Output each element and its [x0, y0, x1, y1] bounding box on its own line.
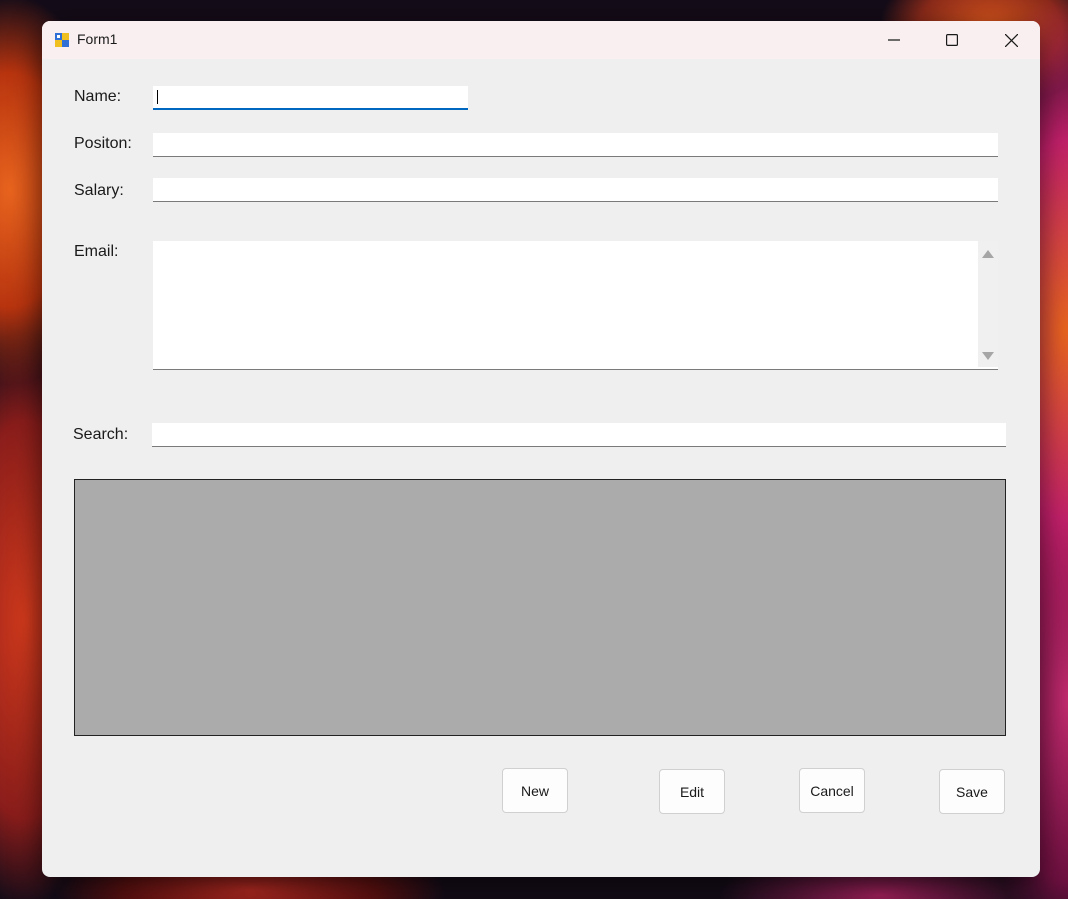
name-label: Name: [74, 88, 122, 105]
window-title: Form1 [77, 31, 118, 47]
position-label: Positon: [74, 135, 132, 152]
new-button[interactable]: New [502, 768, 568, 813]
maximize-button[interactable] [923, 21, 981, 59]
data-grid[interactable] [74, 479, 1006, 736]
minimize-button[interactable] [865, 21, 923, 59]
salary-input[interactable] [153, 178, 998, 202]
minimize-icon [888, 39, 900, 41]
search-input[interactable] [152, 423, 1006, 447]
scroll-down-arrow-icon[interactable] [982, 352, 994, 360]
text-caret [157, 90, 158, 104]
app-icon [55, 33, 69, 47]
cancel-button[interactable]: Cancel [799, 768, 865, 813]
email-scrollbar[interactable] [978, 241, 998, 367]
close-icon [1004, 33, 1018, 47]
salary-label: Salary: [74, 182, 124, 199]
name-input[interactable] [153, 86, 468, 110]
form-window: Form1 Name: Positon: Salary: Email: Sear… [42, 21, 1040, 877]
edit-button[interactable]: Edit [659, 769, 725, 814]
email-textarea[interactable] [153, 241, 998, 370]
title-bar[interactable]: Form1 [42, 21, 1040, 59]
search-label: Search: [73, 426, 129, 443]
scroll-up-arrow-icon[interactable] [982, 250, 994, 258]
email-label: Email: [74, 243, 119, 260]
position-input[interactable] [153, 133, 998, 157]
maximize-icon [946, 34, 958, 46]
close-button[interactable] [982, 21, 1040, 59]
save-button[interactable]: Save [939, 769, 1005, 814]
